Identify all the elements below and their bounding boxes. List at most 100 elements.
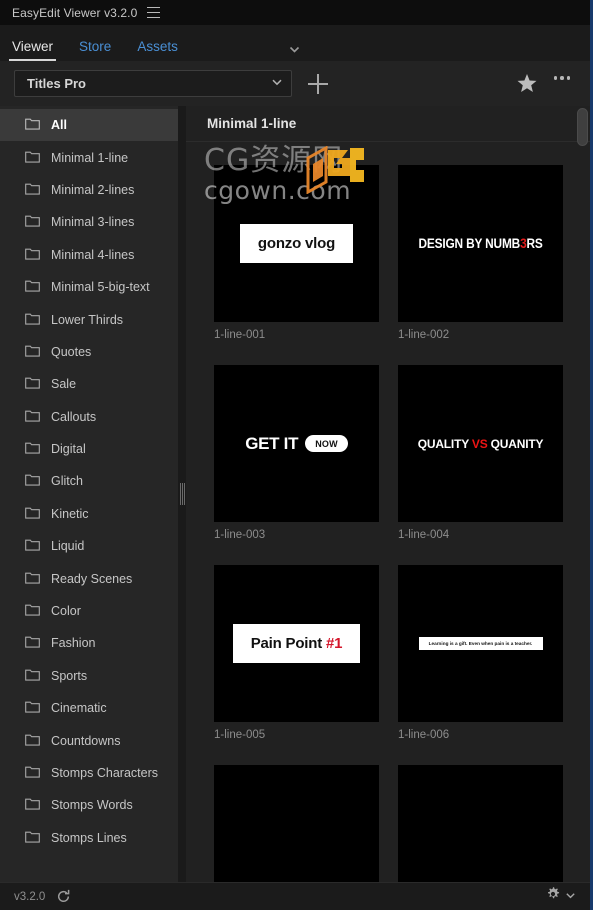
sidebar-item-countdowns[interactable]: Countdowns bbox=[0, 724, 178, 756]
sidebar-item-label: Countdowns bbox=[51, 733, 121, 748]
folder-icon bbox=[25, 214, 40, 230]
folder-icon bbox=[25, 635, 40, 651]
sidebar-item-label: All bbox=[51, 118, 67, 133]
folder-icon bbox=[25, 506, 40, 522]
thumbnail-text-after: RS bbox=[526, 236, 543, 251]
sidebar-item-minimal-5-big-text[interactable]: Minimal 5-big-text bbox=[0, 271, 178, 303]
preset-thumbnail[interactable]: QUALITY VS QUANITY bbox=[398, 365, 563, 522]
thumbnail-text-before: DESIGN BY NUMB bbox=[418, 236, 521, 251]
preset-thumbnail[interactable]: GET IT NOW bbox=[214, 365, 379, 522]
content-scrollbar[interactable] bbox=[577, 108, 588, 880]
chevron-down-icon bbox=[271, 75, 283, 93]
preset-label: 1-line-001 bbox=[214, 329, 266, 341]
preset-card[interactable]: gonzo vlog 1-line-001 bbox=[214, 165, 379, 341]
sidebar-item-minimal-1-line[interactable]: Minimal 1-line bbox=[0, 141, 178, 173]
hamburger-icon[interactable] bbox=[147, 7, 161, 18]
thumbnail-text: Learning is a gift. Even when pain is a … bbox=[418, 637, 543, 650]
sidebar-item-label: Fashion bbox=[51, 636, 96, 651]
preset-thumbnail[interactable]: Better Than Yesterday bbox=[398, 765, 563, 882]
sidebar-item-minimal-3-lines[interactable]: Minimal 3-lines bbox=[0, 206, 178, 238]
sidebar-item-label: Minimal 4-lines bbox=[51, 247, 135, 262]
sidebar-item-quotes[interactable]: Quotes bbox=[0, 336, 178, 368]
tab-assets[interactable]: Assets bbox=[137, 39, 178, 61]
preset-thumbnail[interactable]: Learning is a gift. Even when pain is a … bbox=[398, 565, 563, 722]
thumbnail-text-accent: #1 bbox=[326, 635, 343, 652]
sidebar-item-label: Minimal 3-lines bbox=[51, 215, 135, 230]
sidebar-item-label: Liquid bbox=[51, 539, 85, 554]
tab-store[interactable]: Store bbox=[79, 39, 111, 61]
thumbnail-text-main: GET IT bbox=[245, 433, 299, 453]
thumbnail-text-accent: VS bbox=[471, 436, 488, 451]
app-title: EasyEdit Viewer v3.2.0 bbox=[12, 5, 138, 20]
sidebar-item-sale[interactable]: Sale bbox=[0, 368, 178, 400]
content-panel: Minimal 1-line gonzo vlog 1-line-001 DES bbox=[186, 106, 590, 882]
preset-card[interactable]: Better Than Yesterday bbox=[398, 765, 563, 882]
sidebar-item-label: Digital bbox=[51, 442, 86, 457]
preset-label: 1-line-006 bbox=[398, 729, 450, 741]
panel-splitter[interactable] bbox=[178, 106, 186, 882]
folder-icon bbox=[25, 376, 40, 392]
folder-icon bbox=[25, 182, 40, 198]
sidebar-item-minimal-2-lines[interactable]: Minimal 2-lines bbox=[0, 174, 178, 206]
folder-icon bbox=[25, 344, 40, 360]
sidebar-item-stomps-characters[interactable]: Stomps Characters bbox=[0, 757, 178, 789]
sidebar-item-label: Kinetic bbox=[51, 506, 89, 521]
sidebar-item-stomps-words[interactable]: Stomps Words bbox=[0, 789, 178, 821]
sidebar-item-cinematic[interactable]: Cinematic bbox=[0, 692, 178, 724]
tab-viewer[interactable]: Viewer bbox=[8, 39, 57, 61]
folder-icon bbox=[25, 441, 40, 457]
sidebar-item-fashion[interactable]: Fashion bbox=[0, 627, 178, 659]
settings-menu[interactable] bbox=[545, 886, 576, 907]
chevron-down-icon[interactable] bbox=[565, 888, 576, 906]
sidebar-item-color[interactable]: Color bbox=[0, 595, 178, 627]
sidebar-item-minimal-4-lines[interactable]: Minimal 4-lines bbox=[0, 239, 178, 271]
sidebar-item-label: Minimal 1-line bbox=[51, 150, 129, 165]
preset-thumbnail[interactable]: Get Rid Of Gadgets For Good bbox=[214, 765, 379, 882]
sidebar-item-label: Minimal 5-big-text bbox=[51, 280, 150, 295]
sidebar-item-stomps-lines[interactable]: Stomps Lines bbox=[0, 822, 178, 854]
thumbnail-text: QUALITY VS QUANITY bbox=[418, 437, 544, 451]
sidebar-item-lower-thirds[interactable]: Lower Thirds bbox=[0, 303, 178, 335]
preset-thumbnail[interactable]: gonzo vlog bbox=[214, 165, 379, 322]
refresh-icon[interactable] bbox=[56, 889, 71, 904]
sidebar-item-sports[interactable]: Sports bbox=[0, 660, 178, 692]
sidebar-item-digital[interactable]: Digital bbox=[0, 433, 178, 465]
preset-thumbnail[interactable]: Pain Point #1 bbox=[214, 565, 379, 722]
preset-label: 1-line-002 bbox=[398, 329, 450, 341]
splitter-grip-icon bbox=[180, 483, 185, 505]
preset-card[interactable]: DESIGN BY NUMB3RS 1-line-002 bbox=[398, 165, 563, 341]
folder-icon bbox=[25, 538, 40, 554]
sidebar-item-callouts[interactable]: Callouts bbox=[0, 401, 178, 433]
preset-dropdown[interactable]: Titles Pro bbox=[14, 70, 292, 97]
gear-icon[interactable] bbox=[545, 886, 561, 907]
title-bar: EasyEdit Viewer v3.2.0 bbox=[0, 0, 590, 25]
sidebar-item-kinetic[interactable]: Kinetic bbox=[0, 498, 178, 530]
folder-icon bbox=[25, 150, 40, 166]
preset-label: 1-line-003 bbox=[214, 529, 266, 541]
thumbnail-text-after: QUANITY bbox=[487, 436, 544, 451]
scrollbar-thumb[interactable] bbox=[577, 108, 588, 146]
sidebar-item-glitch[interactable]: Glitch bbox=[0, 465, 178, 497]
chevron-down-icon[interactable] bbox=[289, 42, 300, 53]
sidebar-item-label: Stomps Characters bbox=[51, 766, 158, 780]
star-icon[interactable] bbox=[516, 73, 538, 98]
preset-card[interactable]: GET IT NOW 1-line-003 bbox=[214, 365, 379, 541]
thumbnail-text: GET IT NOW bbox=[245, 434, 348, 454]
folder-icon bbox=[25, 797, 40, 813]
thumbnail-text-before: QUALITY bbox=[417, 436, 472, 451]
folder-sidebar[interactable]: All Minimal 1-line Minimal 2-lines Minim… bbox=[0, 106, 178, 882]
preset-card[interactable]: Learning is a gift. Even when pain is a … bbox=[398, 565, 563, 741]
preset-card[interactable]: Pain Point #1 1-line-005 bbox=[214, 565, 379, 741]
ellipsis-icon[interactable] bbox=[553, 76, 570, 80]
app-window: EasyEdit Viewer v3.2.0 Viewer Store Asse… bbox=[0, 0, 593, 910]
preset-thumbnail[interactable]: DESIGN BY NUMB3RS bbox=[398, 165, 563, 322]
sidebar-item-liquid[interactable]: Liquid bbox=[0, 530, 178, 562]
page-title: Minimal 1-line bbox=[207, 116, 297, 131]
sidebar-item-all[interactable]: All bbox=[0, 109, 178, 142]
preset-card[interactable]: Get Rid Of Gadgets For Good bbox=[214, 765, 379, 882]
add-preset-button[interactable] bbox=[308, 73, 328, 94]
preset-card[interactable]: QUALITY VS QUANITY 1-line-004 bbox=[398, 365, 563, 541]
preset-label: 1-line-004 bbox=[398, 529, 450, 541]
sidebar-item-label: Callouts bbox=[51, 409, 97, 424]
sidebar-item-ready-scenes[interactable]: Ready Scenes bbox=[0, 562, 178, 594]
